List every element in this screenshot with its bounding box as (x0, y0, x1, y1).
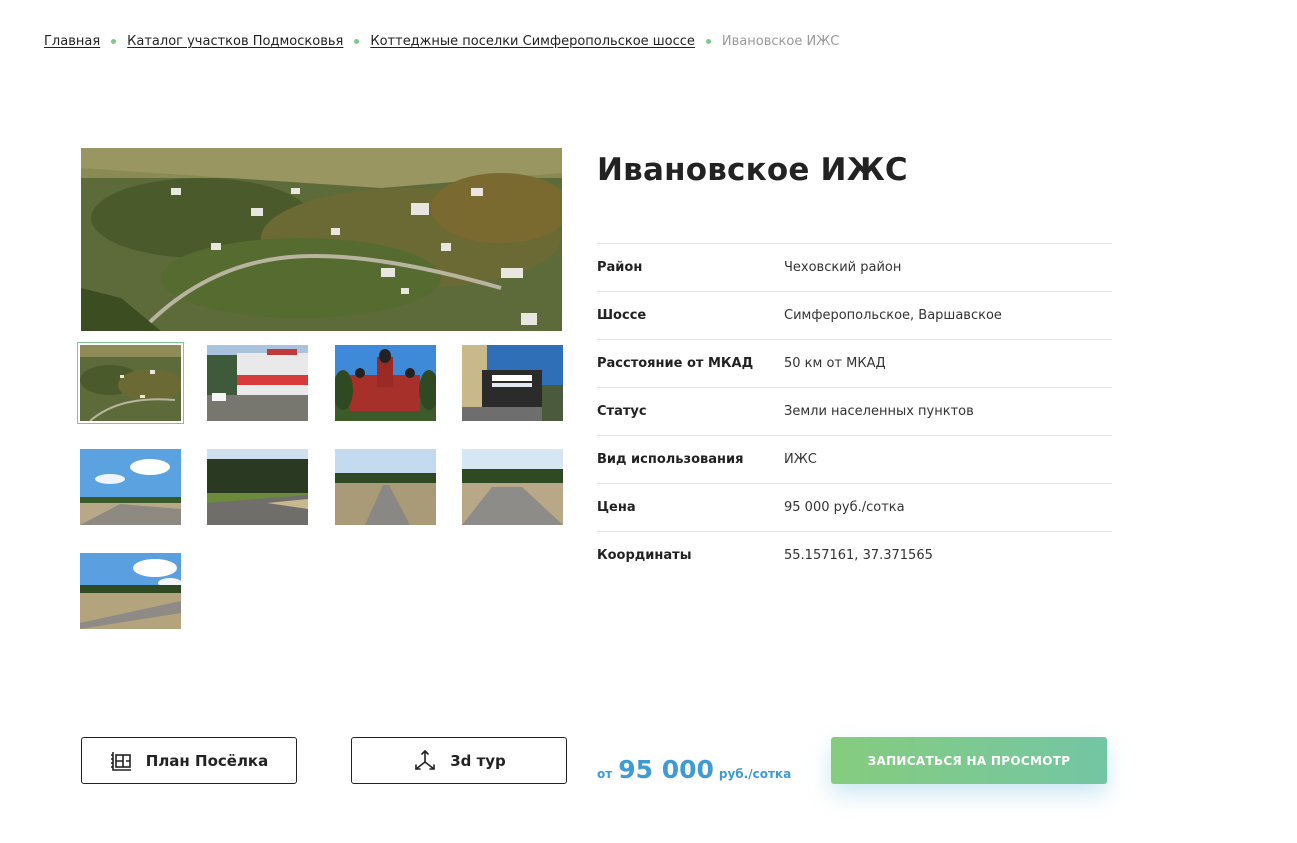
red-church-thumb (335, 345, 436, 421)
property-row: Вид использования ИЖС (597, 435, 1112, 483)
property-value: Симферопольское, Варшавское (784, 308, 1002, 323)
3d-tour-button[interactable]: 3d тур (351, 737, 567, 784)
property-row: Расстояние от МКАД 50 км от МКАД (597, 339, 1112, 387)
gallery-thumbnail[interactable] (207, 345, 308, 421)
breadcrumb-category-link[interactable]: Коттеджные поселки Симферопольское шоссе (370, 34, 695, 49)
road-forest-thumb (207, 449, 308, 525)
property-label: Район (597, 260, 643, 275)
main-photo[interactable] (81, 148, 562, 331)
property-row: Цена 95 000 руб./сотка (597, 483, 1112, 531)
road-field-thumb (80, 449, 181, 525)
floor-plan-icon (110, 751, 131, 771)
breadcrumb-separator (705, 39, 711, 44)
3d-axes-icon (415, 749, 435, 770)
property-label: Цена (597, 500, 636, 515)
breadcrumb-home-link[interactable]: Главная (44, 34, 100, 49)
gallery-thumbnail[interactable] (335, 345, 436, 421)
property-value: Чеховский район (784, 260, 902, 275)
road-field-thumb (80, 553, 181, 629)
village-plan-label: План Посёлка (145, 751, 269, 770)
road-field-thumb (335, 449, 436, 525)
gallery-thumbnail[interactable] (80, 449, 181, 525)
village-plan-button[interactable]: План Посёлка (81, 737, 297, 784)
price-prefix: от (597, 767, 613, 781)
property-value: Земли населенных пунктов (784, 404, 974, 419)
page-title: Ивановское ИЖС (597, 152, 908, 188)
price-unit: руб./сотка (718, 767, 792, 781)
property-value: 50 км от МКАД (784, 356, 886, 371)
property-value: ИЖС (784, 452, 817, 467)
price-value: 95 000 (618, 755, 714, 784)
aerial-village-thumb (80, 345, 181, 421)
property-label: Шоссе (597, 308, 647, 323)
properties-table: Район Чеховский район Шоссе Симферопольс… (597, 243, 1112, 579)
road-forest-thumb (462, 449, 563, 525)
property-label: Координаты (597, 548, 692, 563)
property-row: Шоссе Симферопольское, Варшавское (597, 291, 1112, 339)
property-label: Расстояние от МКАД (597, 356, 754, 371)
property-label: Вид использования (597, 452, 744, 467)
gallery-thumbnail[interactable] (80, 553, 181, 629)
gallery-thumbnail[interactable] (77, 342, 184, 424)
gallery-thumbnail[interactable] (462, 345, 563, 421)
breadcrumb-current: Ивановское ИЖС (721, 34, 840, 49)
aerial-village-photo (81, 148, 562, 331)
gallery-thumbnail[interactable] (207, 449, 308, 525)
breadcrumb: Главная Каталог участков Подмосковья Кот… (44, 34, 839, 49)
breadcrumb-separator (354, 39, 360, 44)
gallery-thumbnail[interactable] (335, 449, 436, 525)
property-row: Статус Земли населенных пунктов (597, 387, 1112, 435)
shop-building-thumb (207, 345, 308, 421)
property-row: Район Чеховский район (597, 243, 1112, 291)
breadcrumb-catalog-link[interactable]: Каталог участков Подмосковья (127, 34, 343, 49)
price-display: от 95 000 руб./сотка (597, 755, 791, 784)
property-label: Статус (597, 404, 647, 419)
breadcrumb-separator (111, 39, 117, 44)
property-value: 55.157161, 37.371565 (784, 548, 933, 563)
sports-hall-thumb (462, 345, 563, 421)
3d-tour-label: 3d тур (450, 751, 506, 770)
gallery-thumbnail[interactable] (462, 449, 563, 525)
book-viewing-button[interactable]: ЗАПИСАТЬСЯ НА ПРОСМОТР (831, 737, 1107, 784)
property-value: 95 000 руб./сотка (784, 500, 905, 515)
property-row: Координаты 55.157161, 37.371565 (597, 531, 1112, 579)
